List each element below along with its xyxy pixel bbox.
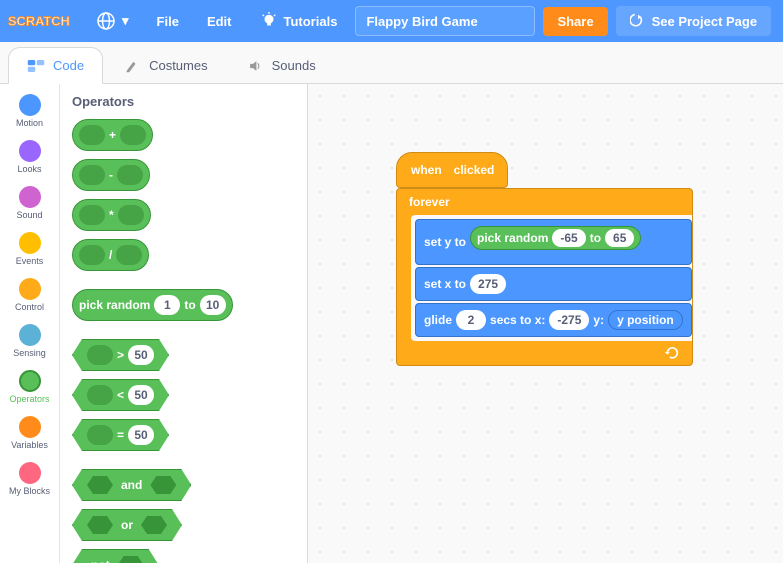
category-operators[interactable]: Operators <box>3 366 57 408</box>
category-sensing[interactable]: Sensing <box>3 320 57 362</box>
glide-block[interactable]: glide 2 secs to x: -275 y: y position <box>415 303 692 337</box>
category-label: Control <box>15 302 44 312</box>
chevron-down-icon: ▾ <box>122 13 129 29</box>
category-variables[interactable]: Variables <box>3 412 57 454</box>
set-x-block[interactable]: set x to 275 <box>415 267 692 301</box>
category-color-icon <box>19 370 41 392</box>
category-events[interactable]: Events <box>3 228 57 270</box>
operator-divide-block[interactable]: / <box>72 239 149 271</box>
category-label: Sensing <box>13 348 46 358</box>
operator-or-block[interactable]: or <box>72 509 182 541</box>
palette-title: Operators <box>72 94 295 109</box>
operator-gt-block[interactable]: >50 <box>72 339 169 371</box>
blocks-palette: Operators + - * / pick random1to10 >50 <… <box>60 84 308 563</box>
category-label: Looks <box>17 164 41 174</box>
category-color-icon <box>19 186 41 208</box>
code-icon <box>27 59 45 73</box>
costumes-icon <box>123 59 141 73</box>
operator-add-block[interactable]: + <box>72 119 153 151</box>
operator-pick-random-block[interactable]: pick random1to10 <box>72 289 233 321</box>
category-color-icon <box>19 94 41 116</box>
glide-x-input[interactable]: -275 <box>549 310 589 330</box>
globe-icon <box>96 11 116 31</box>
random-max-input[interactable]: 65 <box>605 229 634 247</box>
operator-eq-block[interactable]: =50 <box>72 419 169 451</box>
tutorials-button[interactable]: Tutorials <box>250 6 348 36</box>
scratch-logo[interactable]: SCRATCH <box>8 7 78 35</box>
script-stack[interactable]: when clicked forever set y to pick rando… <box>396 152 693 366</box>
category-column: Motion Looks Sound Events Control Sensing Oper… <box>0 84 60 563</box>
category-color-icon <box>19 324 41 346</box>
tabs: Code Costumes Sounds <box>0 42 783 84</box>
script-canvas[interactable]: when clicked forever set y to pick rando… <box>308 84 783 563</box>
remix-icon <box>630 13 646 29</box>
category-color-icon <box>19 416 41 438</box>
pick-random-embedded[interactable]: pick random -65 to 65 <box>470 226 641 250</box>
tab-costumes[interactable]: Costumes <box>105 48 226 83</box>
see-project-page-button[interactable]: See Project Page <box>616 6 772 36</box>
svg-text:SCRATCH: SCRATCH <box>8 14 70 29</box>
project-title-input[interactable]: Flappy Bird Game <box>355 6 535 36</box>
category-looks[interactable]: Looks <box>3 136 57 178</box>
lightbulb-icon <box>260 12 278 30</box>
set-y-block[interactable]: set y to pick random -65 to 65 <box>415 219 692 265</box>
operator-and-block[interactable]: and <box>72 469 191 501</box>
tab-sounds[interactable]: Sounds <box>228 48 334 83</box>
operator-not-block[interactable]: not <box>72 549 159 563</box>
operator-multiply-block[interactable]: * <box>72 199 151 231</box>
random-min-input[interactable]: -65 <box>552 229 585 247</box>
sounds-icon <box>246 59 264 73</box>
category-my-blocks[interactable]: My Blocks <box>3 458 57 500</box>
when-flag-clicked-block[interactable]: when clicked <box>396 152 508 188</box>
forever-block[interactable]: forever set y to pick random -65 to 65 s… <box>396 188 693 366</box>
loop-arrow-icon <box>664 346 684 360</box>
file-menu[interactable]: File <box>147 8 189 35</box>
category-control[interactable]: Control <box>3 274 57 316</box>
x-input[interactable]: 275 <box>470 274 506 294</box>
operator-subtract-block[interactable]: - <box>72 159 150 191</box>
operator-lt-block[interactable]: <50 <box>72 379 169 411</box>
y-position-reporter[interactable]: y position <box>608 310 683 330</box>
category-sound[interactable]: Sound <box>3 182 57 224</box>
category-color-icon <box>19 462 41 484</box>
category-label: My Blocks <box>9 486 50 496</box>
category-label: Variables <box>11 440 48 450</box>
category-color-icon <box>19 140 41 162</box>
category-color-icon <box>19 232 41 254</box>
glide-secs-input[interactable]: 2 <box>456 310 486 330</box>
category-color-icon <box>19 278 41 300</box>
category-label: Sound <box>16 210 42 220</box>
topbar: SCRATCH ▾ File Edit Tutorials Flappy Bir… <box>0 0 783 42</box>
category-label: Operators <box>9 394 49 404</box>
category-label: Events <box>16 256 44 266</box>
category-label: Motion <box>16 118 43 128</box>
language-menu[interactable]: ▾ <box>86 5 139 37</box>
edit-menu[interactable]: Edit <box>197 8 242 35</box>
category-motion[interactable]: Motion <box>3 90 57 132</box>
tab-code[interactable]: Code <box>8 47 103 84</box>
main: Motion Looks Sound Events Control Sensing Oper… <box>0 84 783 563</box>
share-button[interactable]: Share <box>543 7 607 36</box>
